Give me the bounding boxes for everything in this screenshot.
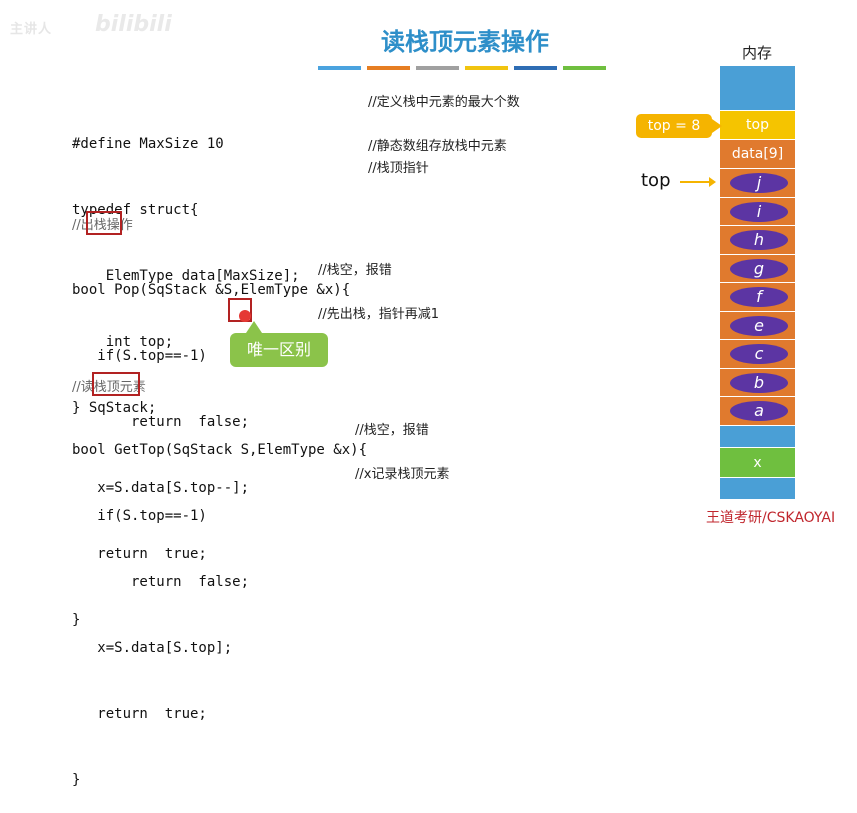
color-bar-segment: [367, 66, 410, 70]
difference-callout: 唯一区别: [230, 321, 328, 367]
gettop-close-brace: }: [72, 772, 81, 788]
memory-cell-gap: [720, 425, 795, 448]
comment-top: //栈顶指针: [368, 161, 429, 176]
page-title: 读栈顶元素操作: [381, 28, 549, 56]
stack-element: a: [730, 401, 788, 421]
color-bar-segment: [514, 66, 557, 70]
gettop-code: bool GetTop(SqStack S,ElemType &x){ if(S…: [72, 395, 367, 813]
color-bar-segment: [416, 66, 459, 70]
pop-highlight-box: [86, 211, 122, 235]
color-bar-segment: [318, 66, 361, 70]
gettop-if-line: if(S.top==-1): [72, 508, 207, 524]
stack-element: c: [730, 344, 788, 364]
brand-watermark: 王道考研/CSKAOYAI: [706, 510, 836, 526]
color-bar-segment: [465, 66, 508, 70]
top-pointer-label: top: [641, 170, 671, 191]
memory-cell-empty-top: [720, 66, 795, 111]
gettop-highlight-box: [92, 372, 140, 396]
code-define-line: #define MaxSize 10: [72, 136, 224, 152]
stack-element: g: [730, 258, 788, 279]
stack-element: h: [730, 230, 788, 250]
gettop-comment-empty: //栈空，报错: [355, 423, 429, 438]
pop-signature: bool Pop(SqStack &S,ElemType &x){: [72, 282, 351, 298]
memory-cell-data9: data[9]: [720, 140, 795, 169]
top-value-callout: top = 8: [636, 114, 722, 138]
memory-cell-bottom: [720, 477, 795, 500]
stack-element: i: [730, 201, 788, 222]
gettop-signature: bool GetTop(SqStack S,ElemType &x){: [72, 442, 368, 458]
color-bar-segment: [563, 66, 606, 70]
gettop-comment-record: //x记录栈顶元素: [355, 467, 450, 482]
memory-cell-top: top: [720, 111, 795, 140]
stack-element: e: [730, 315, 788, 336]
stack-element: b: [730, 372, 788, 393]
watermark-presenter: 主讲人: [10, 22, 53, 37]
pop-comment-empty: //栈空，报错: [318, 263, 392, 278]
memory-cell-x: x: [720, 447, 795, 478]
stack-element: f: [730, 287, 788, 307]
watermark-bilibili: bilibili: [95, 12, 172, 37]
comment-maxsize: //定义栈中元素的最大个数: [368, 95, 520, 110]
memory-title: 内存: [742, 44, 773, 62]
pop-comment-decrement: //先出栈，指针再减1: [318, 307, 440, 322]
comment-data: //静态数组存放栈中元素: [368, 139, 507, 154]
gettop-return-false: return false;: [72, 574, 250, 590]
top-pointer-arrow: [680, 177, 716, 187]
stack-element: j: [730, 173, 788, 193]
gettop-return-true: return true;: [72, 706, 207, 722]
gettop-assign-line: x=S.data[S.top];: [72, 640, 233, 656]
